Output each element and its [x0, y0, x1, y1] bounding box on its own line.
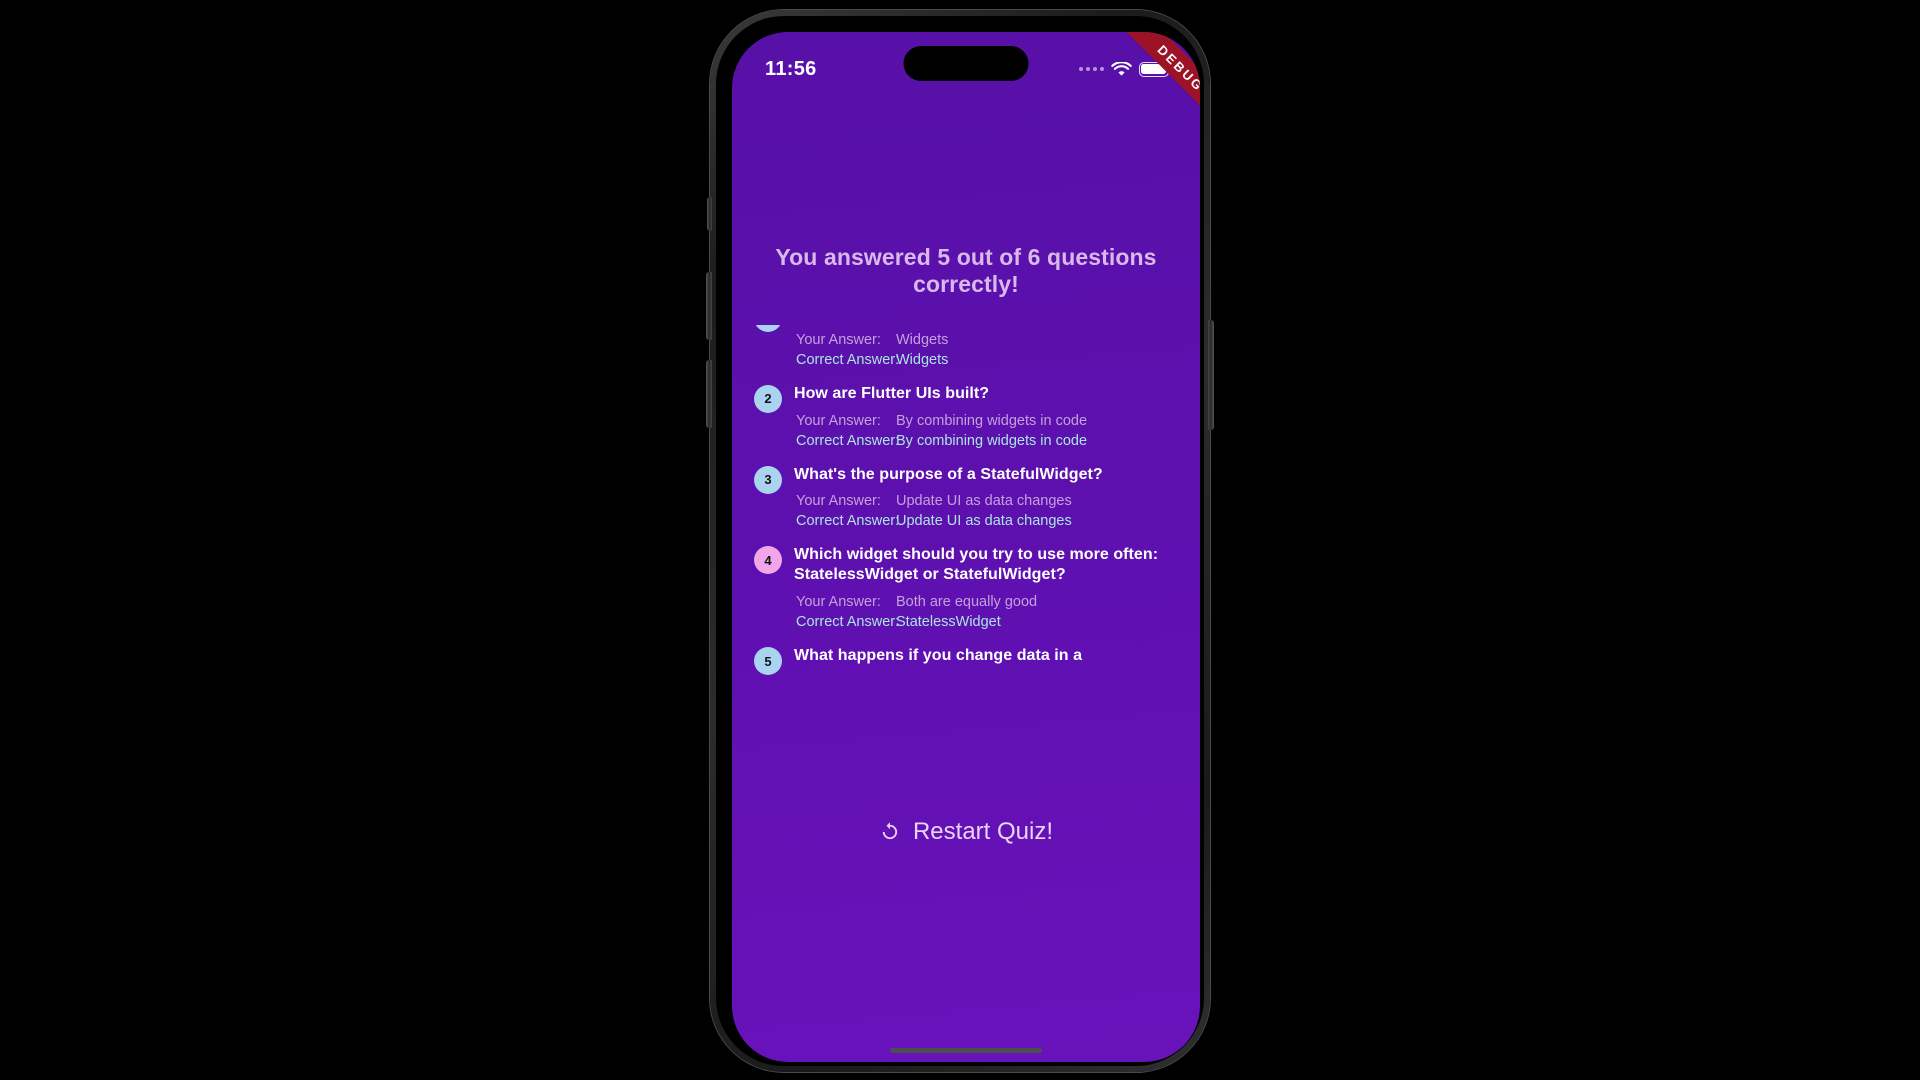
refresh-icon	[879, 821, 901, 843]
correct-answer-value: Widgets	[896, 351, 949, 368]
correct-answer-value: StatelessWidget	[896, 614, 1001, 631]
screenshot-root: 11:56 DEBUG You answered 5 out of 6 ques…	[0, 0, 1920, 1080]
question-summary-row: 4 Which widget should you try to use more…	[754, 545, 1178, 632]
answers-block: Your Answer: Update UI as data changes Cor…	[794, 491, 1178, 531]
signal-dots-icon	[1078, 67, 1104, 71]
restart-quiz-label: Restart Quiz!	[912, 818, 1054, 845]
your-answer-label: Your Answer:	[796, 594, 881, 611]
silent-switch-button[interactable]	[707, 197, 712, 231]
page-title: You answered 5 out of 6 questions correc…	[775, 244, 1157, 298]
answers-block: Your Answer: Both are equally good Correct…	[794, 592, 1178, 632]
battery-full-icon	[1138, 61, 1172, 77]
question-number-badge: 4	[754, 546, 782, 575]
correct-answer-label: Correct Answer:	[796, 351, 900, 368]
correct-answer-label: Correct Answer:	[796, 432, 900, 449]
your-answer-label: Your Answer:	[796, 412, 881, 429]
power-button[interactable]	[1208, 320, 1214, 430]
question-summary-row: 2 How are Flutter UIs built? Your Answer: B…	[754, 384, 1178, 451]
phone-device-frame: 11:56 DEBUG You answered 5 out of 6 ques…	[706, 10, 1214, 1072]
your-answer-value: By combining widgets in code	[896, 412, 1088, 429]
correct-answer-line: Correct Answer: Widgets	[796, 350, 1178, 370]
question-text: What happens if you change data in a	[794, 647, 1083, 665]
correct-answer-line: Correct Answer: Update UI as data changes	[796, 511, 1178, 531]
questions-summary-list[interactable]: 1Flutter UIs?Your Answer:WidgetsCorrect …	[732, 325, 1200, 680]
your-answer-line: Your Answer: Update UI as data changes	[796, 491, 1178, 511]
question-summary-body: Flutter UIs?Your Answer:WidgetsCorrect A…	[794, 325, 1178, 370]
question-text: Which widget should you try to use more …	[794, 546, 1159, 584]
phone-bezel: 11:56 DEBUG You answered 5 out of 6 ques…	[716, 16, 1204, 1066]
your-answer-label: Your Answer:	[796, 331, 881, 348]
question-summary-body: What's the purpose of a StatefulWidget? Y…	[794, 465, 1178, 532]
your-answer-line: Your Answer: By combining widgets in code	[796, 411, 1178, 431]
your-answer-value: Both are equally good	[896, 594, 1038, 611]
question-number-badge: 5	[754, 647, 782, 676]
volume-down-button[interactable]	[706, 360, 712, 428]
wifi-icon	[1110, 61, 1132, 77]
question-number-badge: 2	[754, 384, 782, 413]
home-indicator[interactable]	[890, 1048, 1042, 1053]
correct-answer-line: Correct Answer: StatelessWidget	[796, 612, 1178, 632]
question-number-badge: 1	[754, 325, 782, 332]
your-answer-line: Your Answer: Both are equally good	[796, 592, 1178, 612]
correct-answer-value: Update UI as data changes	[896, 513, 1072, 530]
status-bar-indicators	[1078, 61, 1172, 77]
answers-block: Your Answer: By combining widgets in code…	[794, 411, 1178, 451]
your-answer-line: Your Answer: Widgets	[796, 330, 1178, 350]
correct-answer-label: Correct Answer:	[796, 513, 900, 530]
question-number-badge: 3	[754, 465, 782, 494]
restart-quiz-button[interactable]: Restart Quiz!	[869, 812, 1063, 852]
question-summary-body: What happens if you change data in a	[794, 646, 1178, 675]
answers-block: Your Answer: Widgets Correct Answer: Widget…	[794, 330, 1178, 370]
question-summary-row: 1Flutter UIs?Your Answer:WidgetsCorrect …	[754, 325, 1178, 370]
your-answer-label: Your Answer:	[796, 493, 881, 510]
question-text: What's the purpose of a StatefulWidget?	[794, 465, 1103, 483]
questions-summary-list-inner: 1Flutter UIs?Your Answer:WidgetsCorrect …	[754, 325, 1178, 676]
quiz-results-page: You answered 5 out of 6 questions correc…	[732, 32, 1200, 1062]
your-answer-value: Widgets	[896, 331, 949, 348]
app-screen: 11:56 DEBUG You answered 5 out of 6 ques…	[732, 32, 1200, 1062]
your-answer-value: Update UI as data changes	[896, 493, 1072, 510]
question-text: How are Flutter UIs built?	[794, 384, 990, 402]
question-summary-body: Which widget should you try to use more …	[794, 545, 1178, 632]
volume-up-button[interactable]	[706, 272, 712, 340]
question-summary-row: 5 What happens if you change data in a	[754, 646, 1178, 676]
correct-answer-label: Correct Answer:	[796, 614, 900, 631]
correct-answer-line: Correct Answer: By combining widgets in c…	[796, 431, 1178, 451]
correct-answer-value: By combining widgets in code	[896, 432, 1088, 449]
dynamic-island	[903, 46, 1029, 81]
question-summary-row: 3 What's the purpose of a StatefulWidget?…	[754, 465, 1178, 532]
question-summary-body: How are Flutter UIs built? Your Answer: By…	[794, 384, 1178, 451]
status-bar-clock: 11:56	[765, 57, 817, 80]
